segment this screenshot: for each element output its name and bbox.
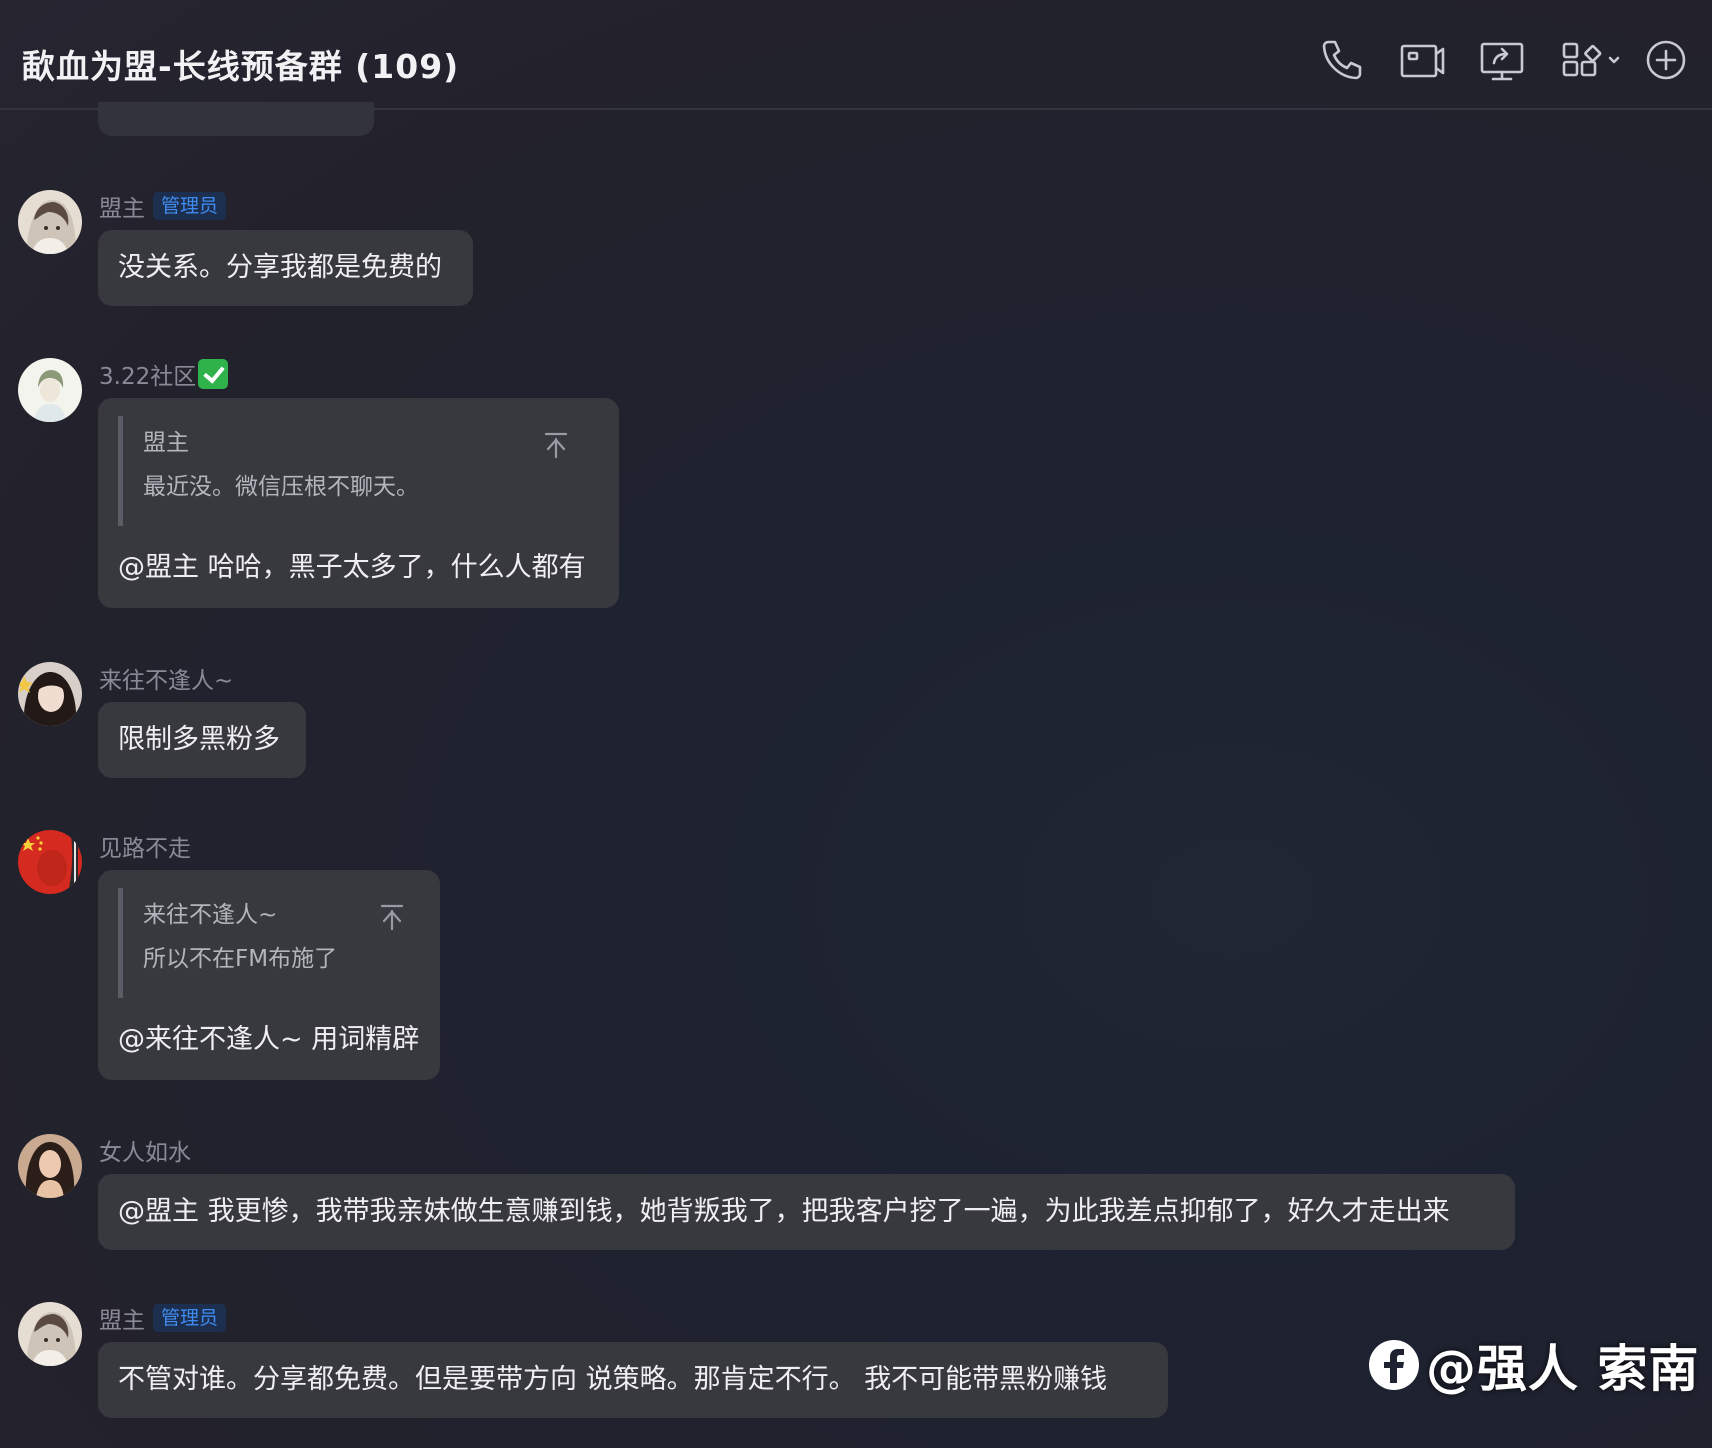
sender-row: 见路不走	[99, 830, 191, 862]
sender-name[interactable]: 女人如水	[99, 1133, 191, 1167]
sender-row: 3.22社区	[99, 357, 229, 391]
quoted-sender: 来往不逢人~	[143, 902, 278, 928]
message-text: @盟主 我更惨，我带我亲妹做生意赚到钱，她背叛我了，把我客户挖了一遍，为此我差点…	[118, 1196, 1450, 1227]
message-bubble[interactable]: 限制多黑粉多	[98, 702, 306, 778]
quoted-sender: 盟主	[143, 430, 189, 456]
phone-icon	[1318, 36, 1366, 84]
avatar[interactable]	[18, 830, 82, 894]
message-bubble[interactable]: @盟主 我更惨，我带我亲妹做生意赚到钱，她背叛我了，把我客户挖了一遍，为此我差点…	[98, 1174, 1515, 1250]
message-bubble[interactable]: 来往不逢人~ 所以不在FM布施了 @来往不逢人~ 用词精辟	[98, 870, 440, 1080]
watermark-logo-icon	[1366, 1337, 1422, 1393]
video-call-button[interactable]	[1398, 36, 1446, 84]
admin-badge: 管理员	[153, 1304, 227, 1332]
add-button[interactable]	[1642, 36, 1690, 84]
jump-to-quote-icon[interactable]	[379, 902, 405, 932]
quoted-message[interactable]: 盟主 最近没。微信压根不聊天。	[118, 416, 588, 526]
jump-to-quote-icon[interactable]	[543, 430, 569, 460]
quoted-text: 所以不在FM布施了	[143, 946, 338, 972]
sender-row: 盟主 管理员	[99, 189, 227, 223]
avatar[interactable]	[18, 190, 82, 254]
apps-grid-icon	[1558, 36, 1624, 84]
message-bubble[interactable]: 不管对谁。分享都免费。但是要带方向 说策略。那肯定不行。 我不可能带黑粉赚钱	[98, 1342, 1168, 1418]
sender-name[interactable]: 见路不走	[99, 829, 191, 863]
sender-name[interactable]: 3.22社区	[99, 357, 196, 391]
sender-name[interactable]: 盟主	[99, 189, 145, 223]
watermark-text: @强人 索南	[1426, 1340, 1700, 1398]
avatar[interactable]	[18, 662, 82, 726]
chat-title: 歃血为盟-长线预备群 (109)	[22, 47, 460, 86]
avatar[interactable]	[18, 358, 82, 422]
screen-share-button[interactable]	[1478, 36, 1526, 84]
screen-share-icon	[1478, 36, 1526, 84]
quoted-message[interactable]: 来往不逢人~ 所以不在FM布施了	[118, 888, 408, 998]
video-camera-icon	[1398, 36, 1446, 84]
verified-check-icon	[198, 359, 229, 389]
plus-circle-icon	[1642, 36, 1690, 84]
sender-name[interactable]: 盟主	[99, 1301, 145, 1335]
sender-row: 女人如水	[99, 1134, 191, 1166]
sender-name[interactable]: 来往不逢人~	[99, 661, 233, 695]
admin-badge: 管理员	[153, 192, 227, 220]
sender-row: 盟主 管理员	[99, 1301, 227, 1335]
message-bubble[interactable]: 盟主 最近没。微信压根不聊天。 @盟主 哈哈，黑子太多了，什么人都有	[98, 398, 619, 608]
quoted-text: 最近没。微信压根不聊天。	[143, 474, 419, 500]
apps-button[interactable]	[1558, 36, 1624, 84]
message-text: 没关系。分享我都是免费的	[118, 252, 442, 283]
message-text: @来往不逢人~ 用词精辟	[118, 1024, 420, 1055]
message-text: 限制多黑粉多	[118, 724, 280, 755]
avatar[interactable]	[18, 1134, 82, 1198]
avatar[interactable]	[18, 1302, 82, 1366]
voice-call-button[interactable]	[1318, 36, 1366, 84]
message-text: @盟主 哈哈，黑子太多了，什么人都有	[118, 552, 586, 583]
previous-message-bubble	[98, 102, 374, 136]
chat-header: 歃血为盟-长线预备群 (109)	[0, 0, 1712, 110]
message-text: 不管对谁。分享都免费。但是要带方向 说策略。那肯定不行。 我不可能带黑粉赚钱	[118, 1364, 1108, 1395]
message-bubble[interactable]: 没关系。分享我都是免费的	[98, 230, 473, 306]
watermark: @强人 索南	[1366, 1330, 1699, 1400]
sender-row: 来往不逢人~	[99, 662, 233, 694]
